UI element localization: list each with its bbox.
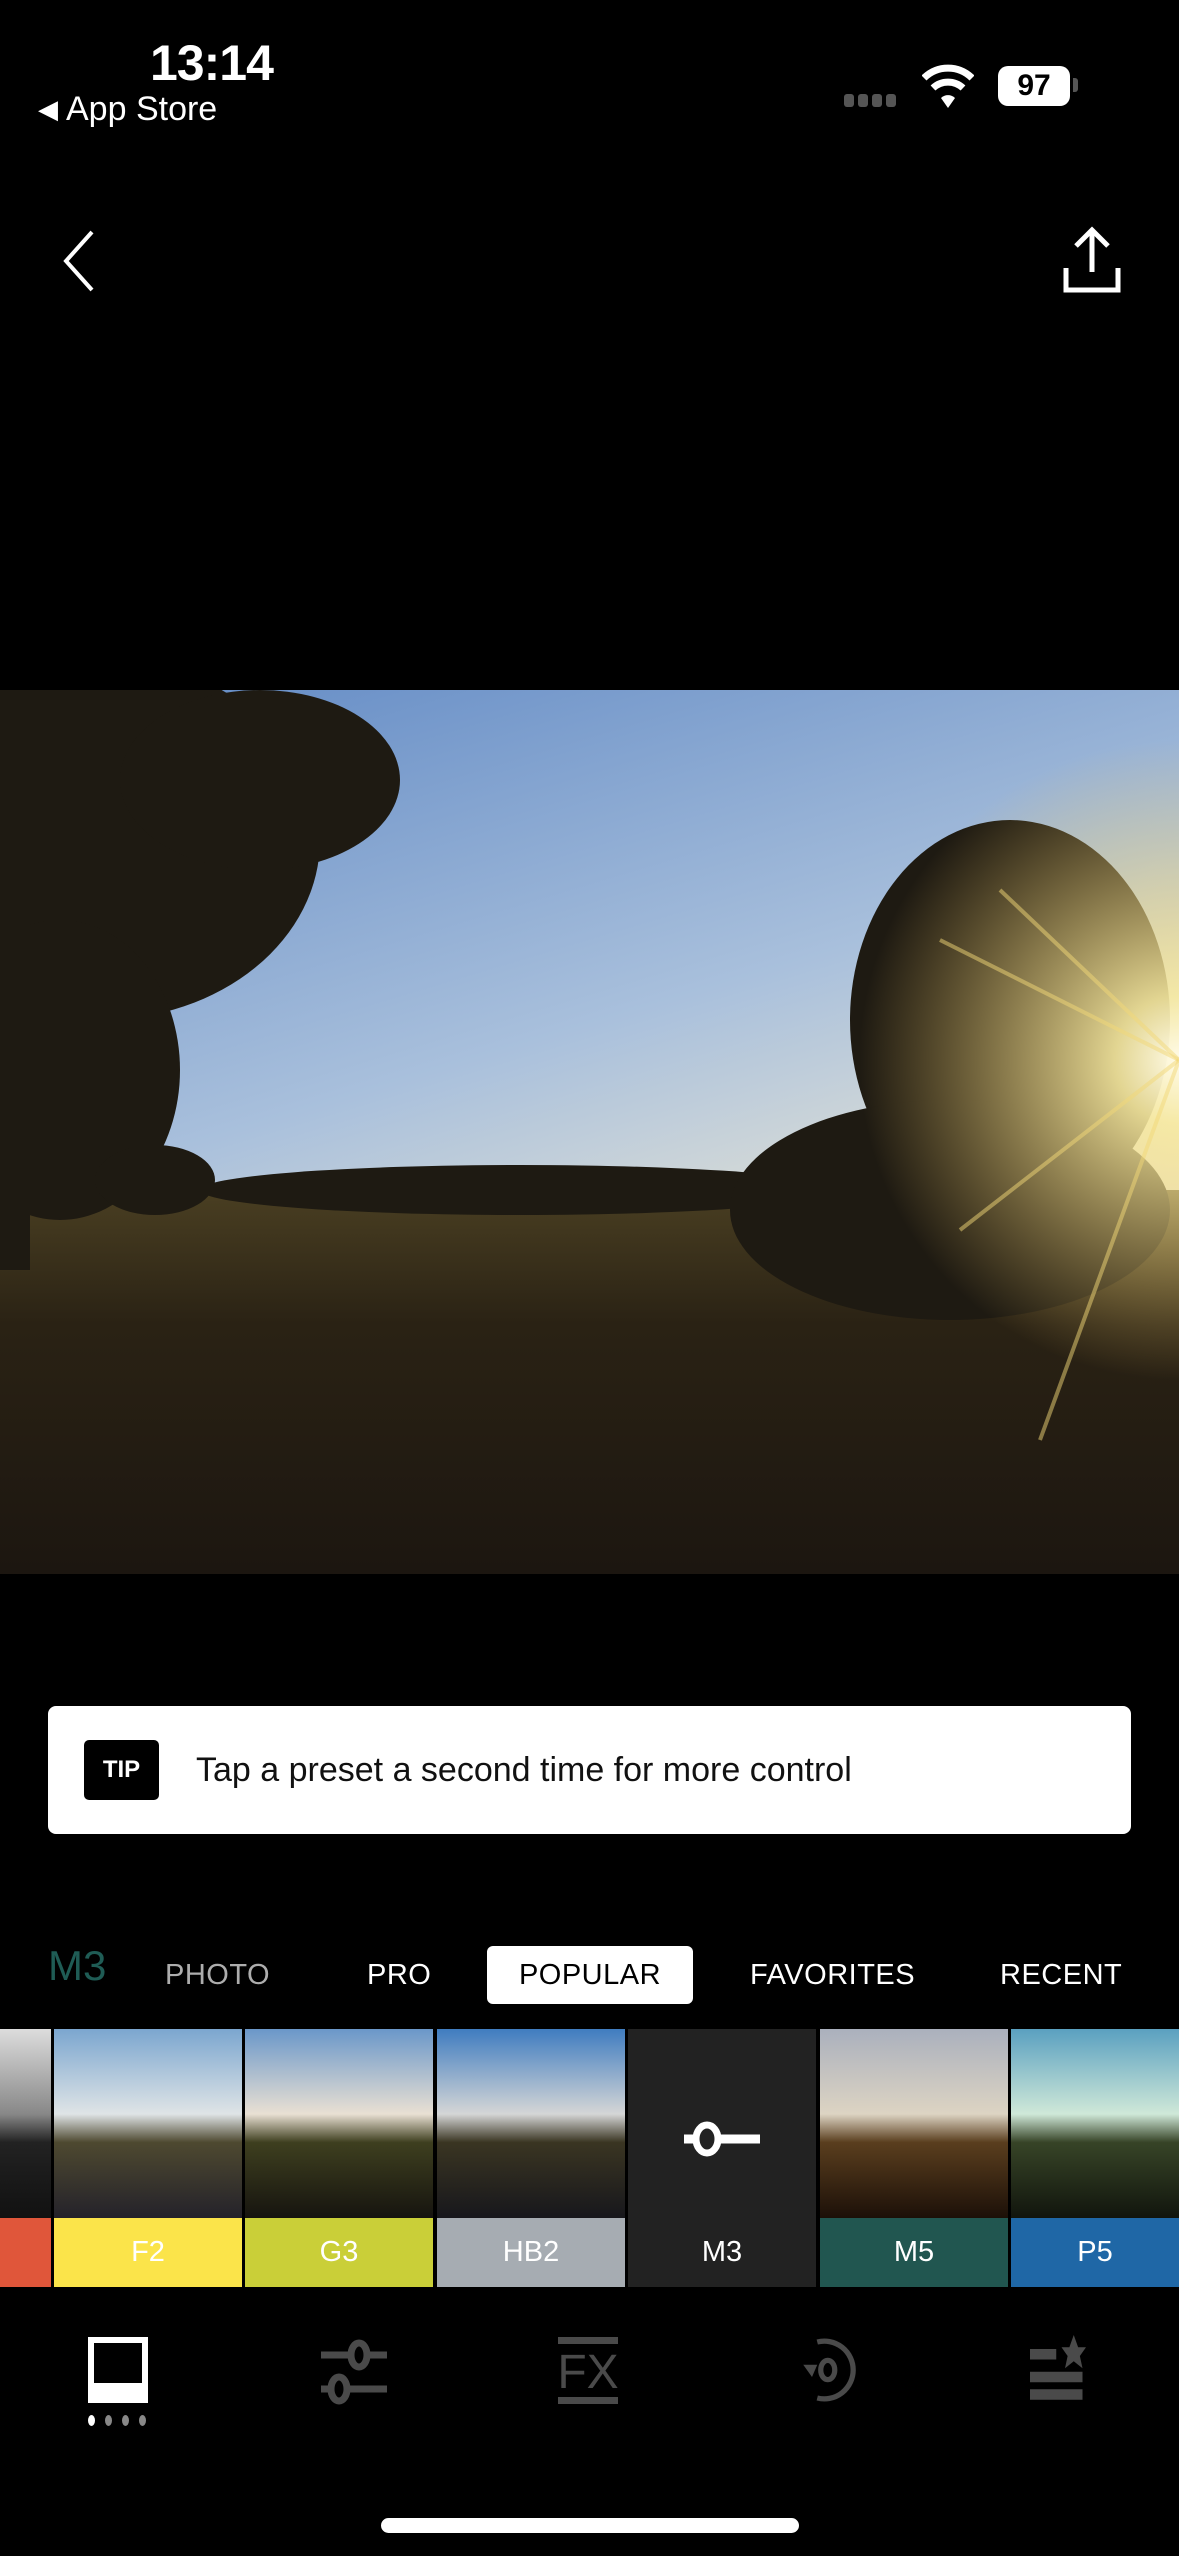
adjust-slider-icon (684, 2121, 760, 2157)
toolbar-adjust-button[interactable] (313, 2335, 393, 2405)
tip-banner[interactable]: TIP Tap a preset a second time for more … (48, 1706, 1131, 1834)
tab-pro[interactable]: PRO (367, 1946, 431, 2004)
tab-recent[interactable]: RECENT (1000, 1946, 1122, 2004)
preset-thumbnail (0, 2029, 51, 2218)
preset-tile-m5[interactable]: M5 (820, 2029, 1008, 2287)
back-to-app-link[interactable]: ◀ App Store (38, 90, 217, 129)
preset-tile-m3[interactable]: M3 (628, 2029, 816, 2287)
battery-level: 97 (998, 66, 1070, 106)
page-dot (122, 2415, 129, 2426)
preset-tile-g3[interactable]: G3 (245, 2029, 433, 2287)
status-time: 13:14 (150, 35, 274, 91)
tab-popular[interactable]: POPULAR (487, 1946, 693, 2004)
back-triangle-icon: ◀ (38, 94, 58, 124)
preset-thumbnail (820, 2029, 1008, 2218)
preset-thumbnail (54, 2029, 242, 2218)
preset-tile-f2[interactable]: F2 (54, 2029, 242, 2287)
tab-photo[interactable]: PHOTO (165, 1946, 270, 2004)
back-app-label: App Store (66, 90, 218, 128)
preset-label: G3 (245, 2218, 433, 2287)
sliders-icon (321, 2339, 387, 2405)
presets-frame-icon (88, 2337, 148, 2403)
preset-label: M3 (628, 2218, 816, 2287)
toolbar-history-button[interactable] (786, 2335, 866, 2405)
cellular-signal-icon (844, 94, 896, 107)
preset-selected-control (628, 2029, 816, 2218)
tab-favorites[interactable]: FAVORITES (750, 1946, 915, 2004)
tip-text: Tap a preset a second time for more cont… (196, 1750, 852, 1789)
page-dot-active (88, 2415, 95, 2426)
battery-cap (1073, 78, 1078, 92)
home-indicator[interactable] (381, 2518, 799, 2533)
preset-label: F2 (54, 2218, 242, 2287)
history-icon (803, 2338, 856, 2402)
wifi-icon (922, 64, 974, 108)
fx-icon: FX (557, 2337, 619, 2404)
preset-label (0, 2218, 51, 2287)
preset-tile-partial[interactable] (0, 2029, 51, 2287)
preset-thumbnail (437, 2029, 625, 2218)
page-dot (139, 2415, 146, 2426)
tip-badge: TIP (84, 1740, 159, 1800)
toolbar-fx-button[interactable]: FX (548, 2335, 628, 2405)
share-button[interactable] (1062, 224, 1122, 296)
current-preset-label: M3 (48, 1942, 107, 1989)
toolbar-presets-button[interactable] (78, 2335, 158, 2405)
preset-label: HB2 (437, 2218, 625, 2287)
preset-thumbnail (245, 2029, 433, 2218)
preset-tile-hb2[interactable]: HB2 (437, 2029, 625, 2287)
svg-text:FX: FX (557, 2346, 618, 2399)
photo-preview[interactable] (0, 690, 1179, 1574)
preset-label: M5 (820, 2218, 1008, 2287)
preset-tile-p5[interactable]: P5 (1011, 2029, 1179, 2287)
back-button[interactable] (58, 228, 98, 294)
page-dot (105, 2415, 112, 2426)
preset-thumbnail (1011, 2029, 1179, 2218)
toolbar-recipes-button[interactable] (1018, 2335, 1098, 2405)
recipes-star-list-icon (1030, 2335, 1086, 2400)
preset-label: P5 (1011, 2218, 1179, 2287)
